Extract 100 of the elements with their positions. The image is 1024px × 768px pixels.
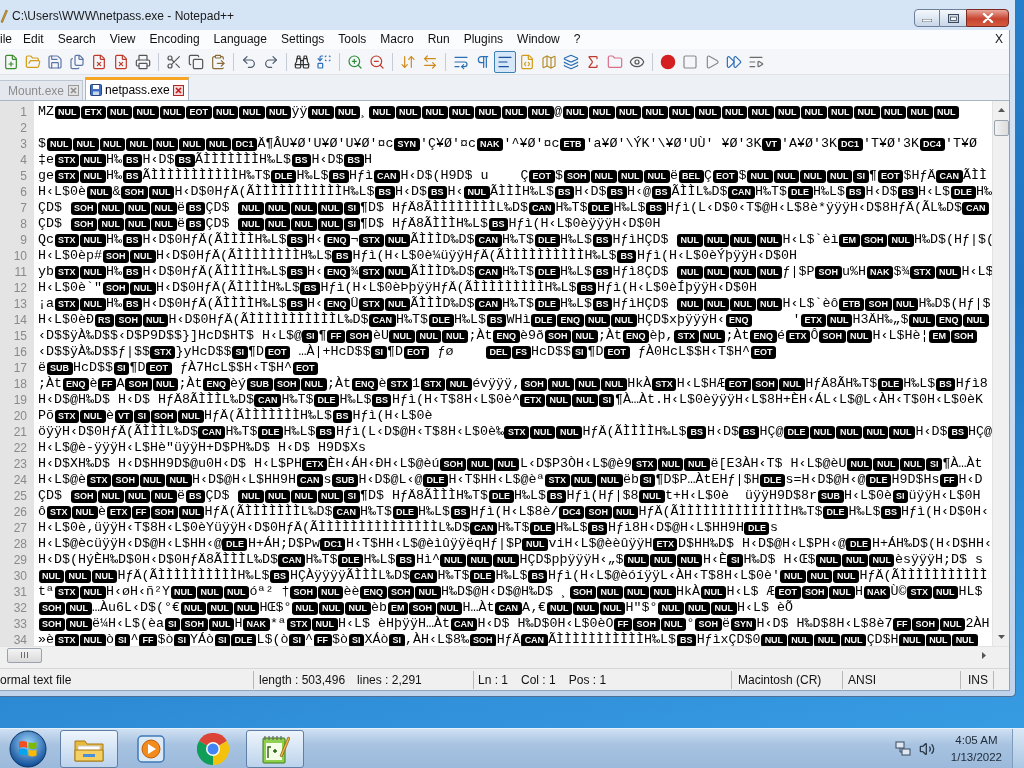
zoom-out-icon[interactable] xyxy=(369,53,385,70)
caret-down-icon[interactable] xyxy=(997,635,1005,639)
line-number: 28 xyxy=(12,536,28,552)
map-icon[interactable] xyxy=(541,53,557,70)
menu-item[interactable]: Window xyxy=(510,31,567,48)
code-text: H‰ xyxy=(976,184,992,200)
scrollbar-thumb[interactable] xyxy=(993,120,1009,136)
line-number: 10 xyxy=(12,248,28,264)
control-character: NUL xyxy=(800,169,826,183)
menu-item[interactable]: ile xyxy=(0,31,16,48)
control-character: BS xyxy=(450,505,471,519)
control-character: SI xyxy=(853,169,869,183)
caret-up-icon[interactable] xyxy=(997,108,1005,112)
control-character: ETB xyxy=(560,137,585,151)
vertical-scrollbar[interactable] xyxy=(992,101,1009,646)
stacked-files-icon[interactable] xyxy=(69,53,85,70)
control-character: STX xyxy=(504,425,529,439)
scissors-icon[interactable] xyxy=(166,53,182,70)
code-text: èþ, xyxy=(649,328,674,344)
clock-time[interactable]: 4:05 AM xyxy=(955,731,998,749)
layers-icon[interactable] xyxy=(563,53,579,70)
sigma-icon[interactable] xyxy=(585,53,601,70)
line-number: 27 xyxy=(12,520,28,536)
vertical-arrows-icon[interactable] xyxy=(400,53,416,70)
menu-item[interactable]: Plugins xyxy=(456,31,511,48)
menu-item[interactable]: Tools xyxy=(331,31,374,48)
indent-lines-icon[interactable] xyxy=(494,50,516,73)
code-text: H‹È xyxy=(702,552,727,568)
clipboard-icon[interactable] xyxy=(210,53,226,70)
control-character: NUL xyxy=(668,105,695,119)
code-text: 1 xyxy=(412,376,421,392)
code-text: Hì^ xyxy=(415,552,440,568)
code-text: $¾ xyxy=(893,264,910,280)
code-text: ÇD$H xyxy=(866,632,899,646)
control-character: NUL xyxy=(747,169,773,183)
file-plus-icon[interactable] xyxy=(3,53,19,70)
line-number: 19 xyxy=(12,392,28,408)
menu-item[interactable]: View xyxy=(102,31,143,48)
zoom-in-icon[interactable] xyxy=(347,53,363,70)
binoculars-icon[interactable] xyxy=(294,53,310,70)
caret-right-icon[interactable] xyxy=(982,651,986,659)
taskbar-button[interactable] xyxy=(246,729,304,768)
code-text: H‹L$0èÐ xyxy=(38,312,94,328)
redo-icon[interactable] xyxy=(263,53,279,70)
tab[interactable]: netpass.exe xyxy=(85,77,189,100)
clock-date[interactable]: 1/13/2022 xyxy=(950,748,1002,766)
play-icon[interactable] xyxy=(704,53,720,70)
control-character: NUL xyxy=(730,297,756,311)
control-character: NUL xyxy=(151,217,177,231)
taskbar-button[interactable] xyxy=(60,729,118,768)
control-character: DLE xyxy=(488,489,514,503)
undo-icon[interactable] xyxy=(241,53,257,70)
close-document-button[interactable]: X xyxy=(993,31,1005,48)
control-character: CAN xyxy=(962,201,989,215)
control-character: NUL xyxy=(317,201,344,215)
file-x-icon[interactable] xyxy=(113,53,129,70)
code-text: HƒÄ(ÃÌÌÌÌÌÌÌÌÌÌÌ xyxy=(859,568,988,584)
copy-icon[interactable] xyxy=(188,53,204,70)
show-desktop-button[interactable] xyxy=(1012,728,1024,768)
code-text: H‹ xyxy=(307,296,323,312)
menu-item[interactable]: Edit xyxy=(16,31,51,48)
control-character: CAN xyxy=(521,633,548,646)
maximize-button[interactable] xyxy=(940,9,966,27)
pilcrow-icon[interactable] xyxy=(475,53,491,70)
control-character: SOH xyxy=(70,217,97,231)
menu-item[interactable]: Settings xyxy=(273,31,332,48)
control-character: STX xyxy=(86,473,111,487)
horizontal-arrows-icon[interactable] xyxy=(422,53,438,70)
code-text: ‡e xyxy=(38,152,54,168)
file-x-icon[interactable] xyxy=(91,53,107,70)
code-text: H‰ xyxy=(106,264,122,280)
network-icon[interactable] xyxy=(894,740,911,757)
record-icon[interactable] xyxy=(660,53,676,70)
control-character: EOT xyxy=(186,105,212,119)
code-text: è xyxy=(98,504,106,520)
control-character: SOH xyxy=(950,329,978,343)
printer-icon[interactable] xyxy=(135,53,151,70)
close-window-button[interactable] xyxy=(966,9,1009,27)
menu-item[interactable]: ? xyxy=(566,31,588,48)
menu-item[interactable]: Language xyxy=(206,31,274,48)
folder-icon[interactable] xyxy=(607,53,623,70)
flag-orb-icon[interactable] xyxy=(9,729,47,768)
speaker-icon[interactable] xyxy=(918,740,935,757)
scrollbar-thumb[interactable] xyxy=(7,647,42,663)
minimize-button[interactable] xyxy=(914,9,940,27)
control-character: NUL xyxy=(599,601,625,615)
control-character: DC1 xyxy=(837,137,863,151)
replace-icon[interactable] xyxy=(316,53,332,70)
control-character: NUL xyxy=(703,233,730,247)
control-character: NUL xyxy=(384,297,411,311)
control-character: SOH xyxy=(695,617,722,631)
menu-item[interactable]: Search xyxy=(50,31,103,48)
close-tab-icon[interactable] xyxy=(172,84,184,96)
control-character: NUL xyxy=(467,457,493,471)
menu-item[interactable]: Run xyxy=(420,31,457,48)
menu-item[interactable]: Macro xyxy=(373,31,421,48)
code-text: H‹D$@H‰D$ H‹D$ HƒÄ8ÃÌÌÌL‰D$ xyxy=(38,392,254,408)
fast-forward-icon[interactable] xyxy=(726,53,742,70)
menu-item[interactable]: Encoding xyxy=(142,31,207,48)
control-character: NUL xyxy=(501,105,528,119)
